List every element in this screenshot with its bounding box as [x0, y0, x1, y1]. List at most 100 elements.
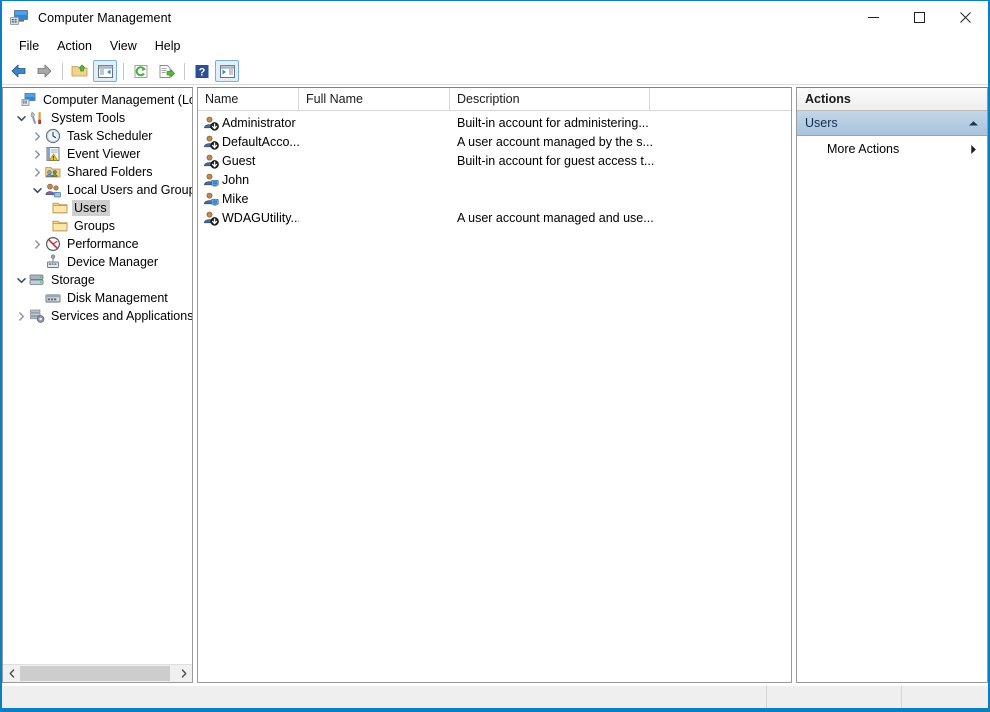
chevron-down-icon[interactable]	[13, 272, 29, 288]
tree-item-label: Groups	[72, 218, 118, 234]
maximize-icon	[914, 12, 925, 23]
toolbar-separator-2	[123, 63, 124, 80]
tree-item-label: Services and Applications	[49, 308, 192, 324]
chevron-none	[29, 254, 45, 270]
actions-pane: Actions Users More Actions	[796, 87, 988, 683]
tree-item-shared-folders[interactable]: Shared Folders	[3, 163, 192, 181]
tree-item-groups[interactable]: Groups	[3, 217, 192, 235]
list-column-headers: Name Full Name Description	[198, 88, 791, 111]
status-segment-3	[902, 686, 988, 708]
help-question-icon: ?	[194, 64, 210, 79]
users-groups-icon	[45, 182, 61, 198]
chevron-up-icon[interactable]	[968, 120, 979, 127]
chevron-left-icon[interactable]	[3, 665, 20, 682]
user-name: Mike	[222, 192, 248, 206]
tree-item-device-manager[interactable]: Device Manager	[3, 253, 192, 271]
folder-up-icon	[71, 63, 89, 79]
tree-item-task-scheduler[interactable]: Task Scheduler	[3, 127, 192, 145]
tree-item-storage[interactable]: Storage	[3, 271, 192, 289]
user-disabled-icon	[203, 153, 219, 169]
toolbar-separator-3	[184, 63, 185, 80]
minimize-button[interactable]	[850, 1, 896, 34]
tree-horizontal-scrollbar[interactable]	[3, 664, 192, 682]
tree-item-label: Shared Folders	[65, 164, 155, 180]
forward-button[interactable]	[32, 60, 56, 82]
actions-section-label: Users	[805, 116, 968, 130]
user-name: Administrator	[222, 116, 296, 130]
user-name: Guest	[222, 154, 255, 168]
tree-item-label: System Tools	[49, 110, 128, 126]
table-row[interactable]: John	[198, 170, 791, 189]
tree-item-services-and-applications[interactable]: Services and Applications	[3, 307, 192, 325]
menu-bar: File Action View Help	[2, 34, 988, 58]
menu-file[interactable]: File	[10, 36, 48, 56]
chevron-right-icon[interactable]	[175, 665, 192, 682]
action-more-actions[interactable]: More Actions	[797, 138, 987, 160]
menu-help[interactable]: Help	[146, 36, 190, 56]
show-hide-action-pane-button[interactable]	[215, 60, 239, 82]
chevron-down-icon[interactable]	[13, 110, 29, 126]
back-button[interactable]	[7, 60, 31, 82]
chevron-right-icon[interactable]	[29, 236, 45, 252]
svg-text:?: ?	[199, 66, 206, 78]
column-header-description[interactable]: Description	[450, 88, 650, 110]
close-button[interactable]	[942, 1, 988, 34]
chevron-down-icon[interactable]	[29, 182, 45, 198]
user-disabled-icon	[203, 134, 219, 150]
tree-item-label: Disk Management	[65, 290, 171, 306]
chevron-right-icon[interactable]	[13, 308, 29, 324]
shared-folders-icon	[45, 164, 61, 180]
tree-item-label: Storage	[49, 272, 98, 288]
actions-section-users[interactable]: Users	[797, 111, 987, 136]
tree-item-label: Local Users and Groups	[65, 182, 192, 198]
status-bar	[2, 685, 988, 708]
table-row[interactable]: Mike	[198, 189, 791, 208]
storage-icon	[29, 272, 45, 288]
minimize-icon	[868, 12, 879, 23]
tree-item-computer-management[interactable]: Computer Management (Local	[3, 91, 192, 109]
computer-management-window: Computer Management File Action View	[0, 0, 990, 712]
tree-item-local-users-and-groups[interactable]: Local Users and Groups	[3, 181, 192, 199]
user-description: A user account managed by the s...	[450, 135, 791, 149]
tree-item-label: Users	[72, 200, 110, 216]
column-header-empty[interactable]	[650, 88, 791, 110]
user-name: DefaultAcco...	[222, 135, 299, 149]
maximize-button[interactable]	[896, 1, 942, 34]
chevron-right-icon[interactable]	[29, 146, 45, 162]
menu-action[interactable]: Action	[48, 36, 101, 56]
table-row[interactable]: Guest Built-in account for guest access …	[198, 151, 791, 170]
tree-item-disk-management[interactable]: Disk Management	[3, 289, 192, 307]
menu-view[interactable]: View	[101, 36, 146, 56]
export-list-button[interactable]	[154, 60, 178, 82]
table-row[interactable]: Administrator Built-in account for admin…	[198, 113, 791, 132]
tree-item-label: Event Viewer	[65, 146, 143, 162]
folder-icon	[52, 200, 68, 216]
up-one-level-button[interactable]	[68, 60, 92, 82]
device-manager-icon	[45, 254, 61, 270]
window-controls	[850, 1, 988, 34]
user-disabled-icon	[203, 115, 219, 131]
table-row[interactable]: DefaultAcco... A user account managed by…	[198, 132, 791, 151]
column-header-name[interactable]: Name	[198, 88, 299, 110]
tree-item-event-viewer[interactable]: Event Viewer	[3, 145, 192, 163]
table-row[interactable]: WDAGUtility... A user account managed an…	[198, 208, 791, 227]
column-header-full-name[interactable]: Full Name	[299, 88, 450, 110]
help-button[interactable]: ?	[190, 60, 214, 82]
refresh-button[interactable]	[129, 60, 153, 82]
chevron-right-icon[interactable]	[29, 164, 45, 180]
user-name: WDAGUtility...	[222, 211, 299, 225]
chevron-right-icon[interactable]	[29, 128, 45, 144]
title-bar: Computer Management	[2, 1, 988, 34]
tree-item-system-tools[interactable]: System Tools	[3, 109, 192, 127]
disk-management-icon	[45, 290, 61, 306]
action-pane-icon	[219, 64, 236, 79]
scrollbar-thumb[interactable]	[20, 666, 170, 681]
console-tree-icon	[97, 64, 114, 79]
tree-item-users[interactable]: Users	[3, 199, 192, 217]
performance-icon	[45, 236, 61, 252]
user-disabled-icon	[203, 210, 219, 226]
tree-item-performance[interactable]: Performance	[3, 235, 192, 253]
show-hide-console-tree-button[interactable]	[93, 60, 117, 82]
users-list-pane: Name Full Name Description	[197, 87, 792, 683]
scrollbar-track[interactable]	[20, 665, 175, 682]
